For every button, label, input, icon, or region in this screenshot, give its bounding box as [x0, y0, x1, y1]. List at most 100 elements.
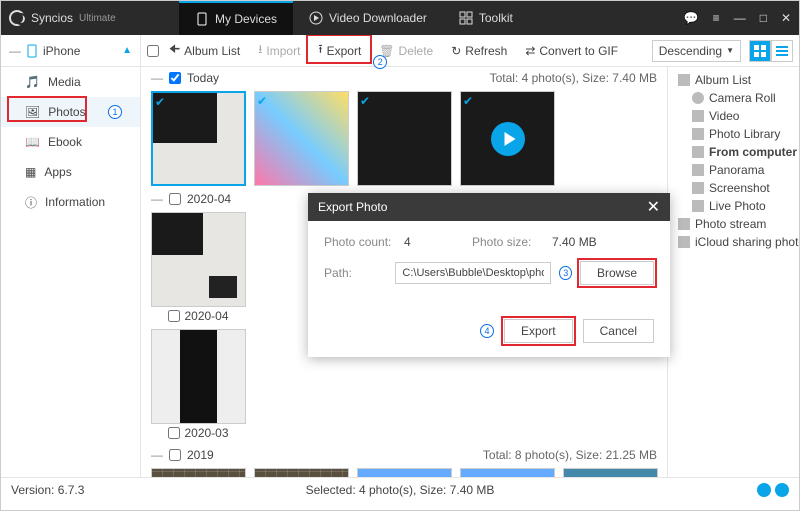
collapse-icon[interactable]: — [151, 71, 163, 85]
close-icon[interactable]: ✕ [781, 11, 791, 25]
device-name: iPhone [43, 44, 80, 58]
album-list-button[interactable]: 🠈Album List [161, 39, 248, 63]
folder-icon [692, 146, 704, 158]
info-icon: ⓘ [25, 194, 37, 211]
library-icon [692, 128, 704, 140]
minimize-icon[interactable]: — [734, 11, 746, 25]
nav-media[interactable]: 🎵Media [1, 67, 140, 97]
panorama-icon [692, 164, 704, 176]
group-checkbox[interactable] [169, 72, 181, 84]
iphone-icon [27, 44, 37, 58]
tab-video-downloader[interactable]: Video Downloader [293, 1, 443, 35]
select-all-checkbox[interactable] [147, 45, 159, 57]
selection-status: Selected: 4 photo(s), Size: 7.40 MB [306, 483, 495, 497]
album-icloud[interactable]: iCloud sharing photo [670, 233, 797, 251]
facebook-icon[interactable] [757, 483, 771, 497]
maximize-icon[interactable]: □ [760, 11, 767, 25]
cloud-icon [678, 236, 690, 248]
nav-photos[interactable]: 🖼Photos 1 [1, 97, 140, 127]
chevron-down-icon: ▼ [726, 46, 734, 55]
camera-icon [692, 92, 704, 104]
collapse-icon[interactable]: — [151, 448, 163, 462]
twitter-icon[interactable] [775, 483, 789, 497]
top-tabs: My Devices Video Downloader Toolkit [179, 1, 529, 35]
chat-icon[interactable]: 💬 [684, 11, 699, 25]
tab-my-devices[interactable]: My Devices [179, 1, 293, 35]
group-checkbox[interactable] [169, 193, 181, 205]
close-icon[interactable]: ✕ [647, 197, 660, 217]
grid-icon [459, 11, 473, 25]
album-sidebar: Album List Camera Roll Video Photo Libra… [667, 67, 799, 477]
back-arrow-icon: 🠈 [169, 40, 180, 61]
device-selector[interactable]: — iPhone ▲ [1, 35, 140, 67]
play-icon [491, 122, 525, 156]
album-camera-roll[interactable]: Camera Roll [670, 89, 797, 107]
album-from-computer[interactable]: From computer [670, 143, 797, 161]
thumbnail[interactable]: 2020-03 [151, 329, 246, 442]
video-icon [692, 110, 704, 122]
refresh-button[interactable]: ↻Refresh [443, 39, 515, 63]
thumbnail[interactable]: ✔ [254, 91, 349, 186]
album-screenshot[interactable]: Screenshot [670, 179, 797, 197]
thumbnail[interactable]: 2020-04 [151, 212, 246, 325]
album-root[interactable]: Album List [670, 71, 797, 89]
group-label: 2020-04 [187, 192, 231, 206]
step-4-badge: 4 [480, 324, 494, 338]
album-live-photo[interactable]: Live Photo [670, 197, 797, 215]
syncios-logo-icon [9, 10, 25, 26]
import-button[interactable]: ⭳Import [250, 39, 308, 63]
app-edition: Ultimate [79, 13, 116, 24]
view-toggle [749, 40, 793, 62]
thumbnail[interactable] [563, 468, 658, 477]
check-icon: ✔ [257, 94, 267, 108]
apps-icon: ▦ [25, 165, 36, 179]
album-photo-library[interactable]: Photo Library [670, 125, 797, 143]
media-icon: 🎵 [25, 75, 40, 89]
export-button[interactable]: ⭱Export 2 [310, 39, 369, 63]
delete-button[interactable]: 🗑Delete [371, 39, 441, 63]
group-checkbox[interactable] [169, 449, 181, 461]
thumbnail[interactable]: ✔ [460, 91, 555, 186]
menu-icon[interactable]: ≡ [713, 11, 720, 25]
nav-information[interactable]: ⓘInformation [1, 187, 140, 217]
thumbnail[interactable]: ✔ [357, 91, 452, 186]
thumbnail[interactable] [357, 468, 452, 477]
nav-apps[interactable]: ▦Apps [1, 157, 140, 187]
nav-ebook[interactable]: 📖Ebook [1, 127, 140, 157]
path-input[interactable] [395, 262, 551, 284]
photo-toolbar: 🠈Album List ⭳Import ⭱Export 2 🗑Delete ↻R… [141, 35, 799, 67]
chevron-up-icon[interactable]: ▲ [122, 45, 132, 56]
album-video[interactable]: Video [670, 107, 797, 125]
export-icon: ⭱ [318, 40, 322, 61]
thumbnail[interactable] [254, 468, 349, 477]
stream-icon [678, 218, 690, 230]
album-photo-stream[interactable]: Photo stream [670, 215, 797, 233]
tab-toolkit[interactable]: Toolkit [443, 1, 529, 35]
play-circle-icon [309, 11, 323, 25]
export-confirm-button[interactable]: Export [504, 319, 573, 343]
group-label: 2019 [187, 448, 214, 462]
window-controls: 💬 ≡ — □ ✕ [684, 11, 791, 25]
trash-icon: 🗑 [379, 44, 394, 58]
convert-gif-button[interactable]: ⇄Convert to GIF [517, 39, 626, 63]
grid-view-button[interactable] [749, 40, 771, 62]
group-header: — 2019 Total: 8 photo(s), Size: 21.25 MB [145, 444, 663, 466]
cancel-button[interactable]: Cancel [583, 319, 654, 343]
collapse-icon[interactable]: — [151, 192, 163, 206]
list-view-button[interactable] [771, 40, 793, 62]
group-total: Total: 4 photo(s), Size: 7.40 MB [490, 71, 657, 85]
album-panorama[interactable]: Panorama [670, 161, 797, 179]
screenshot-icon [692, 182, 704, 194]
check-icon: ✔ [463, 94, 473, 108]
thumbnail[interactable] [460, 468, 555, 477]
hamburger-icon: — [9, 44, 21, 58]
thumbnail[interactable] [151, 468, 246, 477]
group-header: — Today Total: 4 photo(s), Size: 7.40 MB [145, 67, 663, 89]
thumb-checkbox[interactable] [168, 427, 180, 439]
thumbnail[interactable]: ✔ [151, 91, 246, 186]
path-label: Path: [324, 266, 387, 280]
thumb-checkbox[interactable] [168, 310, 180, 322]
phone-icon [195, 12, 209, 26]
sort-dropdown[interactable]: Descending▼ [652, 40, 741, 62]
browse-button[interactable]: Browse [580, 261, 654, 285]
